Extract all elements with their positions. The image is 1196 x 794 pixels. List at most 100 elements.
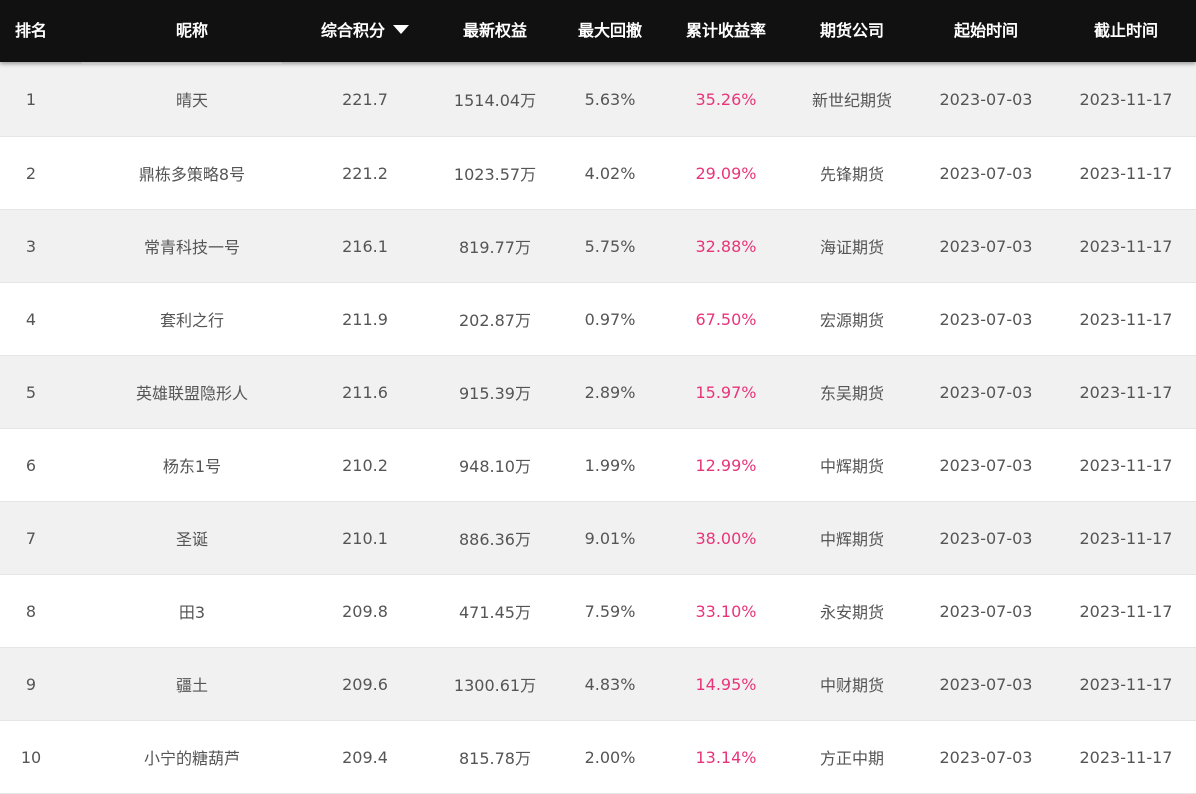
equity-cell: 471.45万 (459, 603, 531, 622)
score-cell: 210.2 (342, 455, 388, 475)
end-time-cell: 2023-11-17 (1079, 236, 1173, 256)
return-rate-cell: 13.14% (695, 747, 757, 767)
end-time-cell: 2023-11-17 (1079, 382, 1173, 402)
start-time-cell: 2023-07-03 (939, 601, 1033, 621)
return-rate-cell: 33.10% (695, 601, 757, 621)
company-cell: 方正中期 (819, 749, 884, 768)
rank-cell: 1 (25, 89, 37, 109)
table-row[interactable]: 6 杨东1号 210.2 948.10万 1.99% 12.99% 中辉期货 2023-07-… (0, 429, 1196, 502)
header-end-time[interactable]: 截止时间 (1056, 0, 1196, 62)
table-row[interactable]: 9 疆土 209.6 1300.61万 4.83% 14.95% 中财期货 2023-07-0… (0, 648, 1196, 721)
nickname-cell: 套利之行 (159, 311, 224, 330)
nickname-cell: 常青科技一号 (143, 238, 240, 257)
start-time-cell: 2023-07-03 (939, 674, 1033, 694)
rank-cell: 9 (25, 674, 37, 694)
start-time-cell: 2023-07-03 (939, 163, 1033, 183)
return-rate-cell: 35.26% (695, 89, 757, 109)
score-cell: 216.1 (342, 236, 388, 256)
return-rate-cell: 12.99% (695, 455, 757, 475)
table-row[interactable]: 7 圣诞 210.1 886.36万 9.01% 38.00% 中辉期货 2023-07-03… (0, 502, 1196, 575)
return-rate-cell: 14.95% (695, 674, 757, 694)
company-cell: 中辉期货 (819, 530, 884, 549)
nickname-cell: 圣诞 (175, 530, 208, 549)
rank-cell: 10 (20, 747, 42, 767)
equity-cell: 819.77万 (459, 238, 531, 257)
rank-cell: 5 (25, 382, 37, 402)
drawdown-cell: 4.02% (584, 163, 636, 183)
drawdown-cell: 2.89% (584, 382, 636, 402)
end-time-cell: 2023-11-17 (1079, 455, 1173, 475)
equity-cell: 1023.57万 (453, 165, 537, 184)
table-row[interactable]: 1 晴天 221.7 1514.04万 5.63% 35.26% 新世纪期货 2023-07-… (0, 62, 1196, 137)
drawdown-cell: 0.97% (584, 309, 636, 329)
equity-cell: 815.78万 (459, 749, 531, 768)
table-row[interactable]: 4 套利之行 211.9 202.87万 0.97% 67.50% 宏源期货 2023-07-… (0, 283, 1196, 356)
score-cell: 221.2 (342, 163, 388, 183)
equity-cell: 886.36万 (459, 530, 531, 549)
equity-cell: 1514.04万 (453, 91, 537, 110)
drawdown-cell: 5.63% (584, 89, 636, 109)
drawdown-cell: 1.99% (584, 455, 636, 475)
nickname-cell: 杨东1号 (162, 457, 222, 476)
return-rate-cell: 32.88% (695, 236, 757, 256)
drawdown-cell: 7.59% (584, 601, 636, 621)
header-score-label: 综合积分 (320, 21, 385, 40)
score-cell: 211.9 (342, 309, 388, 329)
start-time-cell: 2023-07-03 (939, 747, 1033, 767)
equity-cell: 1300.61万 (453, 676, 537, 695)
start-time-cell: 2023-07-03 (939, 528, 1033, 548)
score-cell: 209.4 (342, 747, 388, 767)
header-rank[interactable]: 排名 (0, 0, 62, 62)
header-nickname[interactable]: 昵称 (82, 0, 302, 62)
table-row[interactable]: 10 小宁的糖葫芦 209.4 815.78万 2.00% 13.14% 方正中期 2023-… (0, 721, 1196, 794)
nickname-cell: 小宁的糖葫芦 (143, 749, 240, 768)
end-time-cell: 2023-11-17 (1079, 747, 1173, 767)
table-body: 1 晴天 221.7 1514.04万 5.63% 35.26% 新世纪期货 2023-07-… (0, 62, 1196, 794)
table-row[interactable]: 5 英雄联盟隐形人 211.6 915.39万 2.89% 15.97% 东吴期货 2023-… (0, 356, 1196, 429)
start-time-cell: 2023-07-03 (939, 236, 1033, 256)
score-cell: 209.6 (342, 674, 388, 694)
start-time-cell: 2023-07-03 (939, 455, 1033, 475)
end-time-cell: 2023-11-17 (1079, 163, 1173, 183)
equity-cell: 202.87万 (459, 311, 531, 330)
end-time-cell: 2023-11-17 (1079, 89, 1173, 109)
end-time-cell: 2023-11-17 (1079, 528, 1173, 548)
nickname-cell: 鼎栋多策略8号 (138, 165, 246, 184)
nickname-cell: 英雄联盟隐形人 (135, 384, 248, 403)
nickname-cell: 疆土 (175, 676, 208, 695)
company-cell: 中财期货 (819, 676, 884, 695)
caret-down-icon[interactable] (393, 25, 409, 34)
rank-cell: 7 (25, 528, 37, 548)
nickname-cell: 田3 (178, 603, 206, 622)
company-cell: 新世纪期货 (811, 91, 892, 110)
header-equity[interactable]: 最新权益 (430, 0, 560, 62)
return-rate-cell: 15.97% (695, 382, 757, 402)
drawdown-cell: 9.01% (584, 528, 636, 548)
ranking-table: 排名 昵称 综合积分 最新权益 最大回撤 累计收益率 期货公司 起始时间 截止时… (0, 0, 1196, 794)
end-time-cell: 2023-11-17 (1079, 309, 1173, 329)
table-row[interactable]: 8 田3 209.8 471.45万 7.59% 33.10% 永安期货 2023-07-03… (0, 575, 1196, 648)
return-rate-cell: 67.50% (695, 309, 757, 329)
header-company[interactable]: 期货公司 (792, 0, 912, 62)
header-start-time[interactable]: 起始时间 (916, 0, 1056, 62)
table-row[interactable]: 2 鼎栋多策略8号 221.2 1023.57万 4.02% 29.09% 先锋期货 2023… (0, 137, 1196, 210)
header-return-rate[interactable]: 累计收益率 (662, 0, 790, 62)
company-cell: 中辉期货 (819, 457, 884, 476)
score-cell: 210.1 (342, 528, 388, 548)
score-cell: 209.8 (342, 601, 388, 621)
drawdown-cell: 2.00% (584, 747, 636, 767)
drawdown-cell: 5.75% (584, 236, 636, 256)
table-row[interactable]: 3 常青科技一号 216.1 819.77万 5.75% 32.88% 海证期货 2023-0… (0, 210, 1196, 283)
equity-cell: 915.39万 (459, 384, 531, 403)
equity-cell: 948.10万 (459, 457, 531, 476)
end-time-cell: 2023-11-17 (1079, 674, 1173, 694)
company-cell: 永安期货 (819, 603, 884, 622)
header-score[interactable]: 综合积分 (310, 0, 420, 62)
rank-cell: 4 (25, 309, 37, 329)
drawdown-cell: 4.83% (584, 674, 636, 694)
return-rate-cell: 38.00% (695, 528, 757, 548)
start-time-cell: 2023-07-03 (939, 382, 1033, 402)
header-drawdown[interactable]: 最大回撤 (560, 0, 660, 62)
company-cell: 宏源期货 (819, 311, 884, 330)
end-time-cell: 2023-11-17 (1079, 601, 1173, 621)
